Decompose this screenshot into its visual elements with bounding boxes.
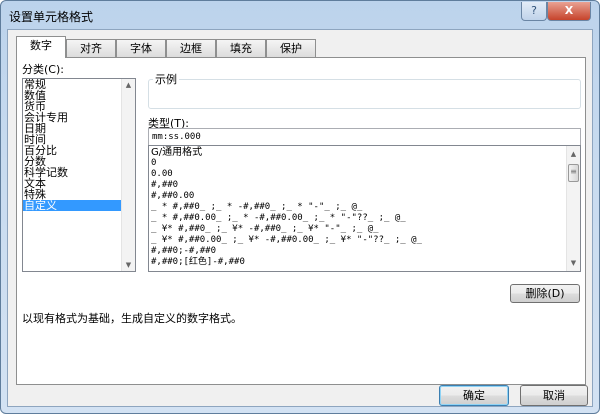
ok-button[interactable]: 确定 — [439, 385, 509, 406]
tab-protection[interactable]: 保护 — [266, 39, 316, 57]
scroll-up-icon[interactable]: ▲ — [122, 81, 135, 89]
tab-border[interactable]: 边框 — [166, 39, 216, 57]
format-item[interactable]: _ ¥* #,##0_ ;_ ¥* -#,##0_ ;_ ¥* "-"_ ;_ … — [149, 224, 580, 235]
format-item[interactable]: _ * #,##0_ ;_ * -#,##0_ ;_ * "-"_ ;_ @_ — [149, 202, 580, 213]
type-input[interactable]: mm:ss.000 — [148, 128, 581, 146]
format-item[interactable]: G/通用格式 — [149, 147, 580, 158]
format-item[interactable]: #,##0;-#,##0 — [149, 246, 580, 257]
format-item[interactable]: 0 — [149, 158, 580, 169]
format-item[interactable]: _ * #,##0.00_ ;_ * -#,##0.00_ ;_ * "-"??… — [149, 213, 580, 224]
scroll-up-icon[interactable]: ▲ — [567, 150, 580, 158]
format-item[interactable]: 0.00 — [149, 169, 580, 180]
format-item[interactable]: #,##0;[红色]-#,##0 — [149, 257, 580, 268]
tab-font[interactable]: 字体 — [116, 39, 166, 57]
category-item-selected[interactable]: 自定义 — [23, 200, 121, 211]
description-text: 以现有格式为基础，生成自定义的数字格式。 — [22, 312, 242, 325]
format-item[interactable]: _ ¥* #,##0.00_ ;_ ¥* -#,##0.00_ ;_ ¥* "-… — [149, 235, 580, 246]
tab-alignment[interactable]: 对齐 — [66, 39, 116, 57]
tab-number[interactable]: 数字 — [16, 36, 66, 58]
sample-group: 示例 — [148, 71, 581, 109]
scroll-thumb[interactable]: ≡ — [568, 164, 579, 182]
category-list[interactable]: 常规 数值 货币 会计专用 日期 时间 百分比 分数 科学记数 文本 特殊 自定… — [22, 78, 136, 272]
help-button[interactable]: ? — [521, 2, 547, 21]
format-list[interactable]: G/通用格式 0 0.00 #,##0 #,##0.00 _ * #,##0_ … — [148, 145, 581, 272]
dialog-title: 设置单元格格式 — [9, 10, 94, 24]
format-item[interactable]: #,##0.00 — [149, 191, 580, 202]
delete-button[interactable]: 删除(D) — [510, 284, 580, 303]
scroll-down-icon[interactable]: ▼ — [122, 261, 135, 269]
close-button[interactable]: X — [547, 2, 591, 21]
scroll-down-icon[interactable]: ▼ — [567, 259, 580, 267]
format-scrollbar[interactable]: ▲ ≡ ▼ — [566, 146, 580, 271]
cancel-button[interactable]: 取消 — [520, 385, 588, 406]
sample-label: 示例 — [153, 71, 179, 87]
category-label: 分类(C): — [22, 63, 64, 76]
tab-fill[interactable]: 填充 — [216, 39, 266, 57]
format-cells-dialog: 设置单元格格式 ? X 数字 对齐 字体 边框 填充 保护 分类(C): 常规 … — [0, 0, 600, 414]
format-item[interactable]: #,##0 — [149, 180, 580, 191]
dialog-body: 数字 对齐 字体 边框 填充 保护 分类(C): 常规 数值 货币 会计专用 日… — [7, 29, 593, 407]
category-scrollbar[interactable]: ▲ ▼ — [121, 79, 135, 271]
number-tab-panel: 分类(C): 常规 数值 货币 会计专用 日期 时间 百分比 分数 科学记数 文… — [16, 57, 586, 385]
